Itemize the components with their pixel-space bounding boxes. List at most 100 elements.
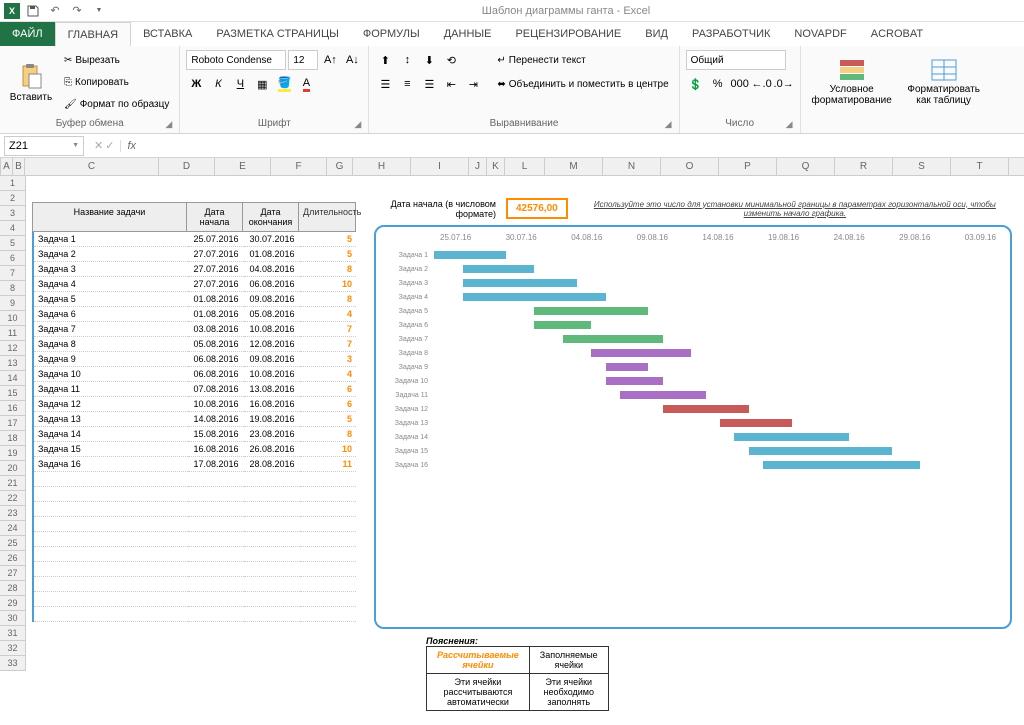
col-header[interactable]: I: [411, 158, 469, 176]
col-header[interactable]: G: [327, 158, 353, 176]
row-header[interactable]: 15: [0, 386, 26, 401]
gantt-bar[interactable]: [463, 265, 535, 273]
tab-developer[interactable]: РАЗРАБОТЧИК: [680, 22, 782, 46]
format-table-button[interactable]: Форматировать как таблицу: [901, 50, 987, 114]
inc-decimal-icon[interactable]: ←.0: [752, 74, 772, 94]
row-header[interactable]: 24: [0, 521, 26, 536]
task-row-empty[interactable]: [32, 532, 356, 547]
row-header[interactable]: 31: [0, 626, 26, 641]
col-header[interactable]: U: [1009, 158, 1024, 176]
col-header[interactable]: P: [719, 158, 777, 176]
col-header[interactable]: R: [835, 158, 893, 176]
task-row[interactable]: Задача 427.07.201606.08.201610: [32, 277, 356, 292]
col-header[interactable]: J: [469, 158, 487, 176]
font-name-combo[interactable]: Roboto Condense: [186, 50, 286, 70]
align-top-icon[interactable]: ⬆: [375, 50, 395, 70]
gantt-bar[interactable]: [463, 293, 606, 301]
row-header[interactable]: 30: [0, 611, 26, 626]
gantt-bar[interactable]: [591, 349, 691, 357]
task-row[interactable]: Задача 1516.08.201626.08.201610: [32, 442, 356, 457]
bold-button[interactable]: Ж: [186, 74, 206, 94]
col-header[interactable]: C: [25, 158, 159, 176]
col-header[interactable]: D: [159, 158, 215, 176]
row-header[interactable]: 21: [0, 476, 26, 491]
task-row[interactable]: Задача 1415.08.201623.08.20168: [32, 427, 356, 442]
task-row[interactable]: Задача 1210.08.201616.08.20166: [32, 397, 356, 412]
row-header[interactable]: 1: [0, 176, 26, 191]
gantt-bar[interactable]: [606, 377, 663, 385]
save-icon[interactable]: [24, 2, 42, 20]
row-header[interactable]: 5: [0, 236, 26, 251]
italic-button[interactable]: К: [208, 74, 228, 94]
task-row[interactable]: Задача 125.07.201630.07.20165: [32, 232, 356, 247]
task-row-empty[interactable]: [32, 472, 356, 487]
task-row[interactable]: Задача 1107.08.201613.08.20166: [32, 382, 356, 397]
gantt-bar[interactable]: [734, 433, 848, 441]
row-header[interactable]: 3: [0, 206, 26, 221]
task-row[interactable]: Задача 601.08.201605.08.20164: [32, 307, 356, 322]
number-launcher-icon[interactable]: ◢: [786, 119, 798, 131]
task-row[interactable]: Задача 1314.08.201619.08.20165: [32, 412, 356, 427]
task-row[interactable]: Задача 227.07.201601.08.20165: [32, 247, 356, 262]
indent-inc-icon[interactable]: ⇥: [463, 74, 483, 94]
tab-novapdf[interactable]: novaPDF: [782, 22, 858, 46]
cut-button[interactable]: ✂Вырезать: [60, 50, 173, 70]
gantt-bar[interactable]: [749, 447, 892, 455]
paste-button[interactable]: Вставить: [6, 50, 56, 114]
align-center-icon[interactable]: ≡: [397, 74, 417, 94]
gantt-chart[interactable]: 25.07.1630.07.1604.08.1609.08.1614.08.16…: [374, 225, 1012, 629]
task-row-empty[interactable]: [32, 562, 356, 577]
col-header[interactable]: T: [951, 158, 1009, 176]
row-header[interactable]: 18: [0, 431, 26, 446]
task-row[interactable]: Задача 703.08.201610.08.20167: [32, 322, 356, 337]
copy-button[interactable]: ⎘Копировать: [60, 72, 173, 92]
underline-button[interactable]: Ч: [230, 74, 250, 94]
tab-formulas[interactable]: ФОРМУЛЫ: [351, 22, 432, 46]
row-header[interactable]: 8: [0, 281, 26, 296]
task-row-empty[interactable]: [32, 517, 356, 532]
gantt-bar[interactable]: [463, 279, 577, 287]
task-row-empty[interactable]: [32, 592, 356, 607]
grow-font-icon[interactable]: A↑: [320, 50, 340, 70]
task-row-empty[interactable]: [32, 577, 356, 592]
row-header[interactable]: 23: [0, 506, 26, 521]
dec-decimal-icon[interactable]: .0→: [774, 74, 794, 94]
col-header[interactable]: A: [1, 158, 13, 176]
row-header[interactable]: 11: [0, 326, 26, 341]
border-button[interactable]: ▦: [252, 74, 272, 94]
row-header[interactable]: 16: [0, 401, 26, 416]
font-size-combo[interactable]: 12: [288, 50, 318, 70]
alignment-launcher-icon[interactable]: ◢: [665, 119, 677, 131]
format-painter-button[interactable]: 🖌Формат по образцу: [60, 94, 173, 114]
gantt-bar[interactable]: [534, 321, 591, 329]
align-left-icon[interactable]: ☰: [375, 74, 395, 94]
gantt-bar[interactable]: [763, 461, 920, 469]
tab-insert[interactable]: ВСТАВКА: [131, 22, 204, 46]
fill-color-button[interactable]: 🪣: [274, 74, 294, 94]
conditional-format-button[interactable]: Условное форматирование: [807, 50, 897, 114]
tab-pagelayout[interactable]: РАЗМЕТКА СТРАНИЦЫ: [204, 22, 350, 46]
fx-label[interactable]: fx: [120, 140, 142, 152]
wrap-text-button[interactable]: ↵Перенести текст: [493, 50, 672, 70]
gantt-bar[interactable]: [534, 307, 648, 315]
row-header[interactable]: 12: [0, 341, 26, 356]
col-header[interactable]: N: [603, 158, 661, 176]
gantt-bar[interactable]: [434, 251, 506, 259]
tab-acrobat[interactable]: ACROBAT: [859, 22, 935, 46]
col-header[interactable]: Q: [777, 158, 835, 176]
gantt-bar[interactable]: [620, 391, 706, 399]
gantt-bar[interactable]: [563, 335, 663, 343]
enter-icon[interactable]: ✓: [105, 139, 114, 152]
row-header[interactable]: 25: [0, 536, 26, 551]
col-header[interactable]: O: [661, 158, 719, 176]
task-row[interactable]: Задача 906.08.201609.08.20163: [32, 352, 356, 367]
row-header[interactable]: 6: [0, 251, 26, 266]
row-header[interactable]: 7: [0, 266, 26, 281]
task-row[interactable]: Задача 327.07.201604.08.20168: [32, 262, 356, 277]
col-header[interactable]: H: [353, 158, 411, 176]
col-header[interactable]: M: [545, 158, 603, 176]
task-row-empty[interactable]: [32, 547, 356, 562]
indent-dec-icon[interactable]: ⇤: [441, 74, 461, 94]
task-row[interactable]: Задача 1617.08.201628.08.201611: [32, 457, 356, 472]
undo-icon[interactable]: ↶: [46, 2, 64, 20]
